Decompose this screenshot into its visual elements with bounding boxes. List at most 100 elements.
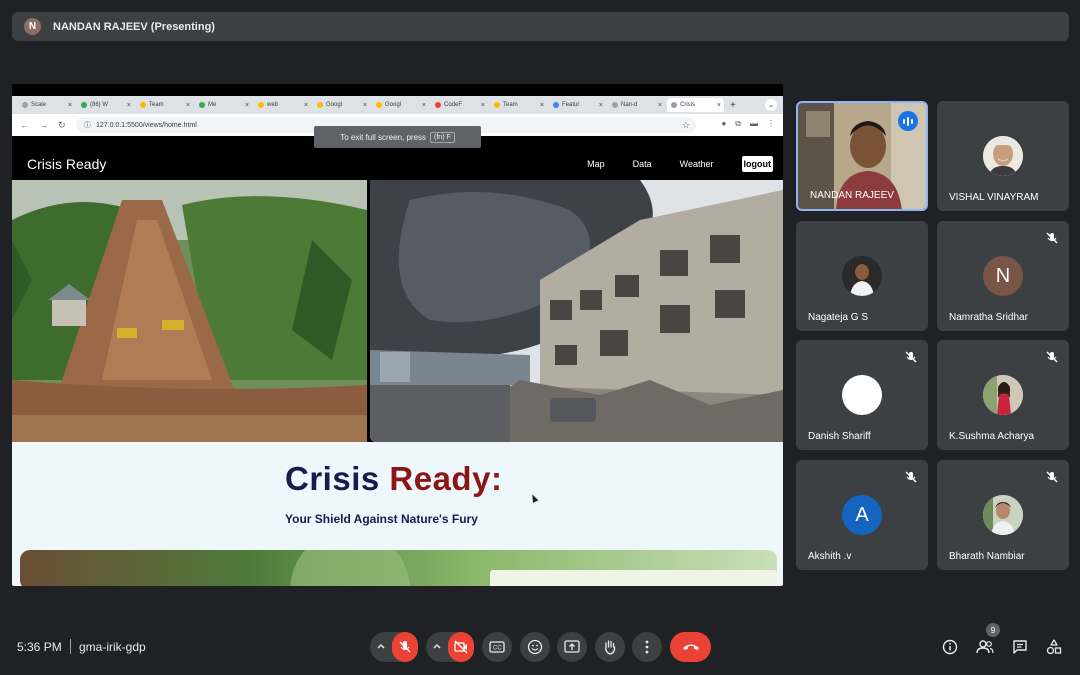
title-ready: Ready: [389, 460, 503, 497]
mic-off-icon [905, 471, 917, 483]
meeting-details-button[interactable] [939, 636, 961, 658]
close-icon[interactable]: × [540, 102, 544, 109]
tab-label: (86) W [90, 102, 108, 108]
people-icon [976, 640, 994, 654]
participant-tile-danish[interactable]: Danish Shariff [796, 340, 928, 450]
nav-map-link[interactable]: Map [587, 159, 605, 169]
back-icon[interactable]: ← [20, 120, 29, 130]
mic-toggle-button[interactable] [392, 632, 418, 662]
tab-label: Team [149, 102, 164, 108]
site-content: Crisis Ready: Your Shield Against Nature… [12, 442, 783, 586]
forward-icon[interactable]: → [39, 120, 48, 130]
browser-tab[interactable]: CodeF × [431, 98, 488, 112]
tab-label: Scale [31, 102, 47, 108]
new-tab-icon[interactable]: + [730, 100, 736, 111]
browser-tab-active[interactable]: Crisis × [667, 98, 724, 112]
site-brand[interactable]: Crisis Ready [27, 156, 106, 172]
participant-avatar: N [983, 256, 1023, 296]
close-icon[interactable]: × [127, 102, 131, 109]
earthquake-image [370, 180, 783, 442]
browser-tab[interactable]: Googl × [372, 98, 429, 112]
tab-search-icon[interactable]: ⌄ [765, 99, 777, 111]
more-vertical-icon [645, 640, 649, 654]
tab-label: Crisis [680, 102, 695, 108]
hand-icon [605, 640, 616, 655]
present-screen-icon [564, 640, 580, 653]
browser-tab[interactable]: Team × [490, 98, 547, 112]
people-count-badge: 9 [986, 623, 1000, 637]
chat-button[interactable] [1009, 636, 1031, 658]
raise-hand-button[interactable] [595, 632, 625, 662]
landslide-image [12, 180, 367, 442]
fullscreen-hint: To exit full screen, press (fn) F [314, 126, 481, 148]
chat-icon [1013, 640, 1027, 654]
more-options-button[interactable] [632, 632, 662, 662]
tab-label: Me [208, 102, 217, 108]
video-options-chevron-icon[interactable] [426, 632, 448, 662]
emoji-icon [527, 639, 543, 655]
close-icon[interactable]: × [68, 102, 72, 109]
close-icon[interactable]: × [481, 102, 485, 109]
reactions-button[interactable] [520, 632, 550, 662]
close-icon[interactable]: × [304, 102, 308, 109]
participant-tile-nandan[interactable]: NANDAN RAJEEV [796, 101, 928, 211]
puzzle-icon[interactable]: ⧉ [735, 119, 741, 129]
audio-options-chevron-icon[interactable] [370, 632, 392, 662]
participant-name: VISHAL VINAYRAM [949, 192, 1039, 203]
browser-tab[interactable]: Scale × [18, 98, 75, 112]
close-icon[interactable]: × [717, 102, 721, 109]
captions-icon: CC [489, 641, 505, 653]
participant-tile-akshith[interactable]: A Akshith .v [796, 460, 928, 570]
mic-off-icon [1046, 471, 1058, 483]
participant-tile-vishal[interactable]: VISHAL VINAYRAM [937, 101, 1069, 211]
site-hero-title: Crisis Ready: [285, 460, 502, 498]
mic-control [370, 632, 418, 662]
participant-tile-sushma[interactable]: K.Sushma Acharya [937, 340, 1069, 450]
profile-icon[interactable]: ▬ [750, 119, 758, 129]
camera-off-icon [454, 640, 468, 654]
participant-name: Nagateja G S [808, 312, 869, 323]
close-icon[interactable]: × [363, 102, 367, 109]
nature-banner-image [20, 550, 777, 586]
participant-avatar [983, 495, 1023, 535]
participant-avatar [983, 375, 1023, 415]
present-button[interactable] [557, 632, 587, 662]
close-icon[interactable]: × [186, 102, 190, 109]
nav-data-link[interactable]: Data [633, 159, 652, 169]
fullscreen-key: (fn) F [430, 131, 455, 143]
close-icon[interactable]: × [599, 102, 603, 109]
extension-icon[interactable]: ● [721, 119, 726, 129]
menu-icon[interactable]: ⋮ [767, 119, 775, 129]
browser-tab[interactable]: Googl × [313, 98, 370, 112]
people-button[interactable] [974, 636, 996, 658]
tab-label: Featur [562, 102, 580, 108]
reload-icon[interactable]: ↻ [58, 120, 66, 131]
site-info-icon[interactable]: ⓘ [84, 120, 91, 130]
browser-tab[interactable]: Me × [195, 98, 252, 112]
participant-name: K.Sushma Acharya [949, 431, 1035, 442]
browser-tab[interactable]: Team × [136, 98, 193, 112]
browser-tab[interactable]: web × [254, 98, 311, 112]
close-icon[interactable]: × [658, 102, 662, 109]
mic-off-icon [399, 641, 411, 653]
close-icon[interactable]: × [245, 102, 249, 109]
browser-tab[interactable]: (86) W × [77, 98, 134, 112]
leave-call-button[interactable] [670, 632, 711, 662]
svg-text:CC: CC [493, 646, 502, 652]
control-bar: 5:36 PM gma-irik-gdp CC 9 [0, 620, 1080, 675]
activities-button[interactable] [1043, 636, 1065, 658]
participant-name: NANDAN RAJEEV [810, 190, 894, 201]
camera-toggle-button[interactable] [448, 632, 474, 662]
participant-tile-bharath[interactable]: Bharath Nambiar [937, 460, 1069, 570]
tab-label: Googl [326, 102, 343, 108]
browser-tab[interactable]: Featur × [549, 98, 606, 112]
logout-button[interactable]: logout [741, 156, 773, 172]
participant-tile-namratha[interactable]: N Namratha Sridhar [937, 221, 1069, 331]
captions-button[interactable]: CC [482, 632, 512, 662]
bookmark-star-icon[interactable]: ☆ [682, 120, 690, 131]
mic-off-icon [1046, 232, 1058, 244]
close-icon[interactable]: × [422, 102, 426, 109]
nav-weather-link[interactable]: Weather [680, 159, 714, 169]
participant-tile-nagateja[interactable]: Nagateja G S [796, 221, 928, 331]
browser-tab[interactable]: Nan-d × [608, 98, 665, 112]
